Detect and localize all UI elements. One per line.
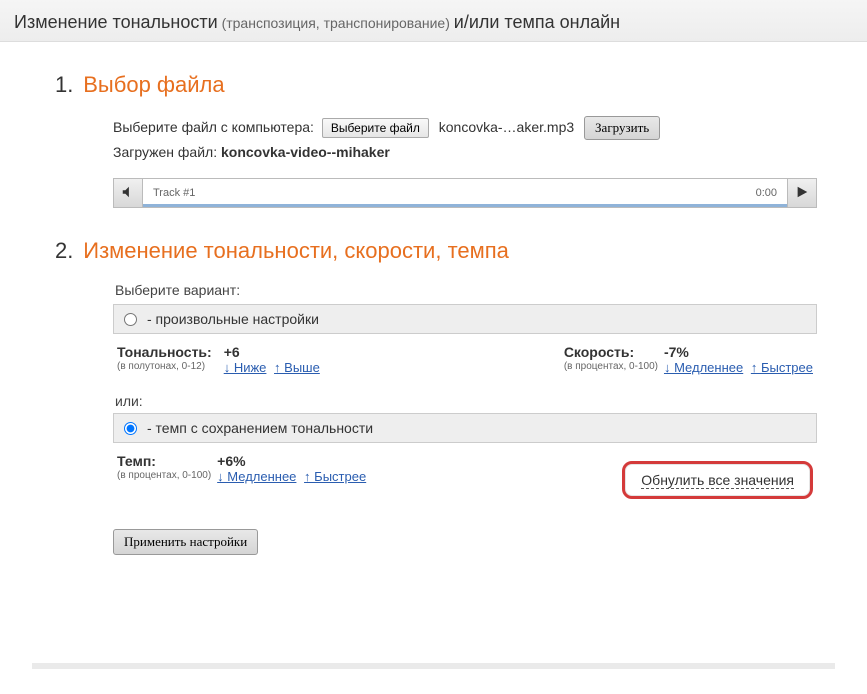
speed-note: (в процентах, 0-100) [564,361,658,372]
footer-divider [32,663,835,669]
tempo-up-link[interactable]: ↑ Быстрее [304,469,366,484]
tone-label: Тональность: [117,344,212,360]
play-icon [795,185,809,202]
upload-button[interactable]: Загрузить [584,116,660,140]
tempo-value: +6% [217,453,366,469]
option-tempo-radio[interactable] [124,422,137,435]
step2-heading: 2. Изменение тональности, скорости, темп… [55,238,817,264]
tone-down-link[interactable]: ↓ Ниже [224,360,267,375]
tone-up-link[interactable]: ↑ Выше [274,360,320,375]
tempo-block: Темп: (в процентах, 0-100) +6% ↓ Медленн… [117,453,366,484]
speed-up-link[interactable]: ↑ Быстрее [751,360,813,375]
option-tempo-row[interactable]: - темп с сохранением тональности [113,413,817,443]
speed-block: Скорость: (в процентах, 0-100) -7% ↓ Мед… [564,344,813,375]
tone-value: +6 [224,344,320,360]
track-time: 0:00 [756,187,777,199]
loaded-label: Загружен файл: [113,144,217,160]
mute-button[interactable] [113,178,143,208]
audio-player: Track #1 0:00 [113,178,817,208]
browse-button[interactable]: Выберите файл [322,118,429,138]
play-button[interactable] [787,178,817,208]
speed-value: -7% [664,344,813,360]
step2-number: 2. [55,238,73,263]
reset-highlight: Обнулить все значения [622,461,813,499]
header-title-main: Изменение тональности [14,12,218,32]
page-header: Изменение тональности (транспозиция, тра… [0,0,867,42]
step1-heading: 1. Выбор файла [55,72,817,98]
speaker-icon [121,185,135,202]
tone-block: Тональность: (в полутонах, 0-12) +6 ↓ Ни… [117,344,327,375]
header-title-tail: и/или темпа онлайн [454,12,620,32]
option-custom-label: - произвольные настройки [147,311,319,327]
option-tempo-label: - темп с сохранением тональности [147,420,373,436]
speed-down-link[interactable]: ↓ Медленнее [664,360,743,375]
step2-title: Изменение тональности, скорости, темпа [83,238,509,263]
option-custom-row[interactable]: - произвольные настройки [113,304,817,334]
file-select-label: Выберите файл с компьютера: [113,119,314,135]
selected-filename: koncovka-…aker.mp3 [439,119,574,135]
apply-button[interactable]: Применить настройки [113,529,258,555]
tempo-down-link[interactable]: ↓ Медленнее [217,469,296,484]
header-title-paren: (транспозиция, транспонирование) [222,15,450,31]
tempo-label: Темп: [117,453,205,469]
tone-note: (в полутонах, 0-12) [117,361,218,372]
step1-title: Выбор файла [83,72,224,97]
step1-number: 1. [55,72,73,97]
speed-label: Скорость: [564,344,652,360]
choose-variant-label: Выберите вариант: [115,282,817,298]
reset-link[interactable]: Обнулить все значения [641,472,794,489]
option-custom-radio[interactable] [124,313,137,326]
loaded-filename: koncovka-video--mihaker [221,144,390,160]
or-label: или: [115,393,817,409]
tempo-note: (в процентах, 0-100) [117,470,211,481]
track-name: Track #1 [153,187,195,199]
track-bar[interactable]: Track #1 0:00 [143,178,787,208]
